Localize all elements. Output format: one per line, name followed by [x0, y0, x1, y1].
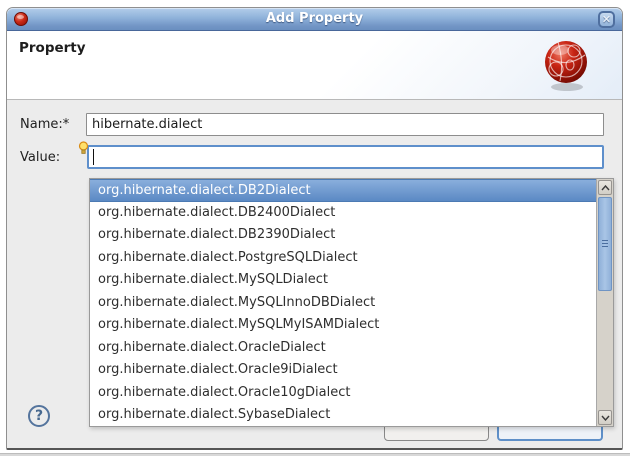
scrollbar-thumb[interactable] [598, 197, 612, 291]
dropdown-item[interactable]: org.hibernate.dialect.OracleDialect [90, 337, 596, 360]
scroll-down-icon[interactable] [598, 410, 612, 425]
value-input[interactable] [87, 145, 604, 169]
dropdown-item[interactable]: org.hibernate.dialect.Oracle10gDialect [90, 382, 596, 405]
dropdown-item[interactable]: org.hibernate.dialect.DB2390Dialect [90, 224, 596, 247]
title-bar[interactable]: Add Property ✕ [7, 8, 622, 31]
dropdown-item[interactable]: org.hibernate.dialect.MySQLDialect [90, 269, 596, 292]
close-icon[interactable]: ✕ [598, 11, 615, 28]
dropdown-item[interactable]: org.hibernate.dialect.MySQLInnoDBDialect [90, 292, 596, 315]
dropdown-scrollbar[interactable] [596, 179, 613, 426]
name-label: Name:* [20, 117, 69, 132]
dropdown-item[interactable]: org.hibernate.dialect.DB2400Dialect [90, 202, 596, 225]
content-assist-lightbulb-icon [78, 141, 89, 155]
dropdown-item[interactable]: org.hibernate.dialect.DB2Dialect [90, 179, 596, 202]
dialect-suggestions-dropdown: org.hibernate.dialect.DB2Dialectorg.hibe… [89, 178, 614, 427]
page-title: Property [19, 40, 86, 56]
scrollbar-grip [602, 240, 608, 248]
suggestion-list: org.hibernate.dialect.DB2Dialectorg.hibe… [90, 179, 596, 426]
value-label: Value: [20, 150, 60, 165]
dropdown-item[interactable]: org.hibernate.dialect.PostgreSQLDialect [90, 247, 596, 270]
name-input[interactable] [86, 113, 604, 136]
help-button[interactable]: ? [28, 405, 50, 427]
dropdown-item[interactable]: org.hibernate.dialect.SybaseDialect [90, 404, 596, 427]
dialog-header: Property [7, 31, 622, 100]
add-property-dialog: Add Property ✕ Property [6, 7, 623, 450]
dropdown-item[interactable]: org.hibernate.dialect.MySQLMyISAMDialect [90, 314, 596, 337]
window-title: Add Property [7, 11, 622, 26]
scroll-up-icon[interactable] [598, 180, 612, 195]
dropdown-item[interactable]: org.hibernate.dialect.Oracle9iDialect [90, 359, 596, 382]
hibernate-logo-icon [544, 39, 590, 93]
text-caret [93, 149, 94, 165]
